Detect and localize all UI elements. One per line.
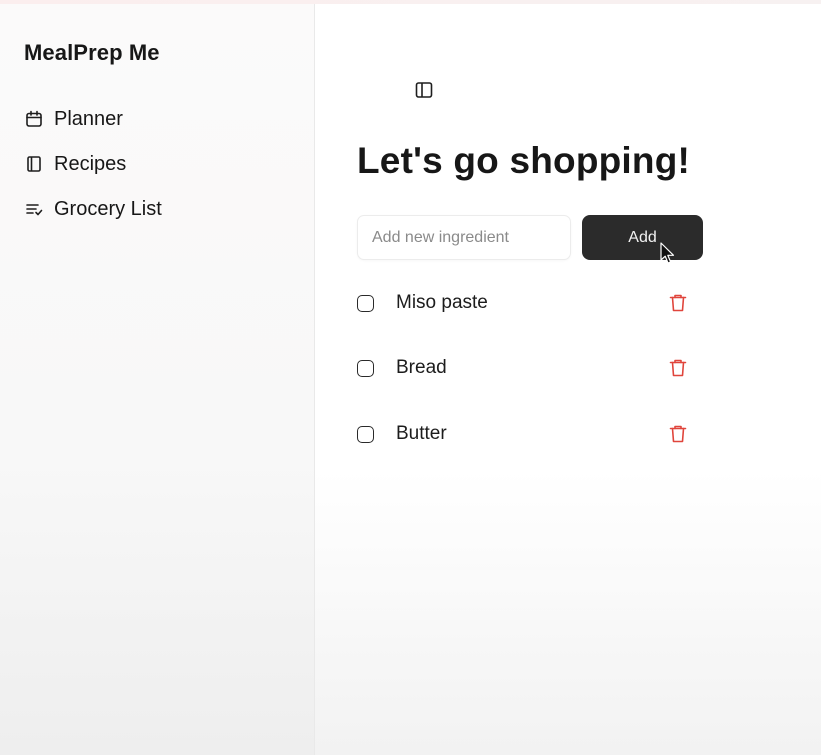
add-button[interactable]: Add [582,215,703,260]
trash-icon [669,294,687,312]
trash-icon [669,359,687,377]
item-checkbox[interactable] [357,425,374,443]
item-checkbox[interactable] [357,294,374,312]
item-label: Miso paste [396,292,488,313]
list-item: Bread [357,353,689,383]
item-label: Butter [396,423,447,444]
sidebar-toggle-button[interactable] [413,81,435,103]
delete-button[interactable] [667,357,689,379]
sidebar-item-planner[interactable]: Planner [24,105,123,133]
trash-icon [669,425,687,443]
delete-button[interactable] [667,292,689,314]
sidebar-item-recipes[interactable]: Recipes [24,150,126,178]
list-check-icon [24,199,44,219]
book-icon [24,154,44,174]
sidebar-toggle-icon [415,81,433,104]
calendar-icon [24,109,44,129]
delete-button[interactable] [667,423,689,445]
sidebar-item-label: Grocery List [54,197,162,220]
item-checkbox[interactable] [357,359,374,377]
ingredient-input[interactable] [357,215,571,260]
main-panel: Let's go shopping! Add Miso paste Bread … [315,4,821,755]
app-brand: MealPrep Me [24,40,160,65]
sidebar-item-grocery-list[interactable]: Grocery List [24,195,162,223]
sidebar: MealPrep Me Planner Recipes Grocery List [0,4,315,755]
item-label: Bread [396,357,447,378]
list-item: Miso paste [357,288,689,318]
sidebar-item-label: Recipes [54,152,127,175]
sidebar-item-label: Planner [54,107,123,130]
list-item: Butter [357,419,689,449]
page-title: Let's go shopping! [357,140,691,181]
